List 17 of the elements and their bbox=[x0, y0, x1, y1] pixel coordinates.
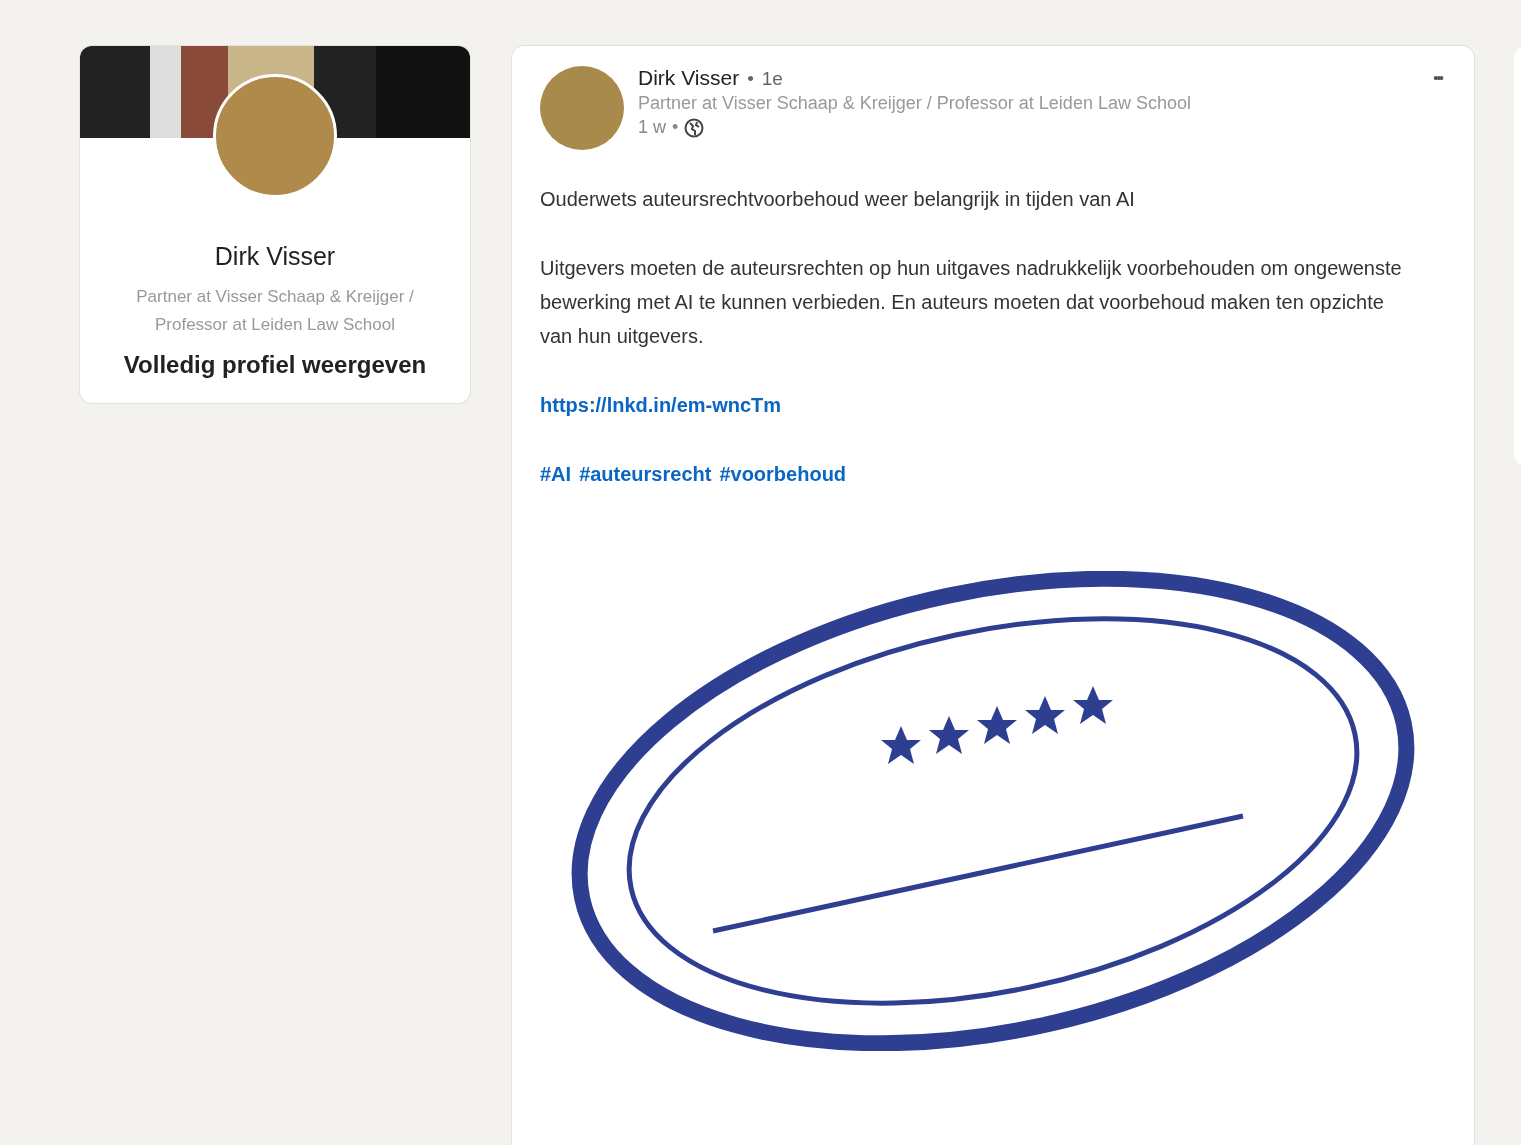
post-age: 1 w bbox=[638, 117, 666, 138]
post-title: Ouderwets auteursrechtvoorbehoud weer belangrijk in tijden van AI bbox=[540, 187, 1136, 212]
profile-name[interactable]: Dirk Visser bbox=[214, 242, 336, 271]
separator: • bbox=[672, 117, 679, 138]
post-body: Uitgevers moeten de auteursrechten op hun uitgaves nadrukkelijk voorbehouden om ongewenste bewerking met AI te kunnen verbieden. En auteurs moeten dat voorbehoud maken ten opzichte van hun uitgevers. bbox=[540, 256, 1403, 349]
hashtag-link[interactable]: #AI bbox=[540, 457, 572, 491]
post-link[interactable]: https://lnkd.in/em-wncTm bbox=[540, 394, 782, 416]
more-options-button[interactable]: ••• bbox=[1429, 66, 1446, 90]
author-headline: Partner at Visser Schaap & Kreijger / Professor at Leiden Law School bbox=[638, 93, 1192, 114]
hashtag-link[interactable]: #auteursrecht bbox=[579, 457, 712, 491]
author-name[interactable]: Dirk Visser bbox=[638, 66, 740, 90]
view-profile-link[interactable]: Volledig profiel weergeven bbox=[123, 351, 427, 379]
connection-degree: 1e bbox=[761, 68, 783, 90]
hashtag-link[interactable]: #voorbehoud bbox=[719, 457, 847, 491]
profile-headline: Partner at Visser Schaap & Kreijger / Professor at Leiden Law School bbox=[135, 286, 415, 336]
globe-icon bbox=[684, 117, 705, 138]
separator: • bbox=[747, 68, 754, 90]
